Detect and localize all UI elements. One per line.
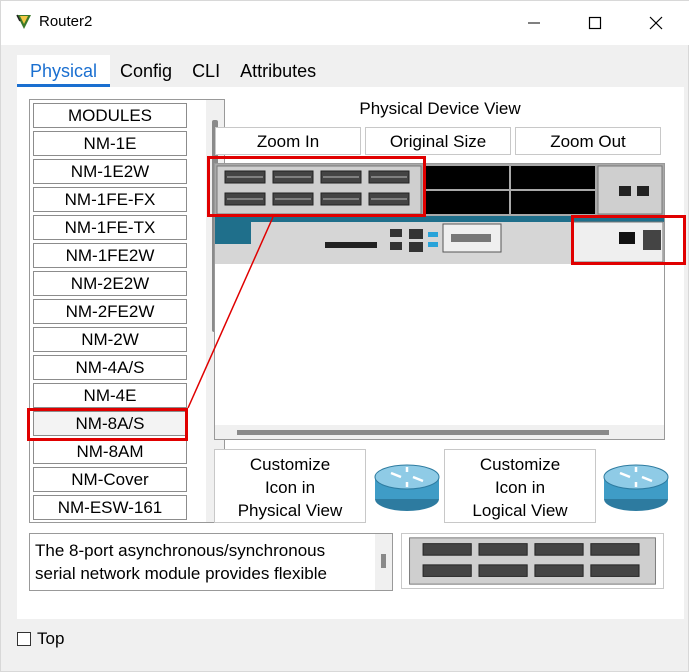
- top-checkbox-row[interactable]: Top: [17, 629, 64, 649]
- window-title: Router2: [39, 13, 93, 30]
- original-size-button[interactable]: Original Size: [365, 127, 511, 155]
- modules-header: MODULES: [33, 103, 187, 128]
- module-item-nm-4e[interactable]: NM-4E: [33, 383, 187, 408]
- description-scroll-thumb[interactable]: [381, 554, 386, 568]
- module-item-nm-1e[interactable]: NM-1E: [33, 131, 187, 156]
- power-switch-highlight: [571, 215, 686, 265]
- module-item-nm-4as[interactable]: NM-4A/S: [33, 355, 187, 380]
- customize-physical-line2: Icon in: [264, 478, 316, 497]
- tab-physical[interactable]: Physical: [17, 55, 111, 87]
- physical-device-view-label: Physical Device View: [359, 99, 521, 118]
- tab-bar: Physical Config CLI Attributes: [17, 55, 326, 87]
- customize-physical-icon-button[interactable]: Customize Icon in Physical View: [214, 449, 366, 523]
- module-item-nm-8am[interactable]: NM-8AM: [33, 439, 187, 464]
- close-icon: [649, 16, 663, 30]
- tab-cli[interactable]: CLI: [182, 55, 230, 87]
- router-icon: [603, 464, 669, 511]
- top-checkbox[interactable]: [17, 632, 31, 646]
- customize-logical-icon-button[interactable]: Customize Icon in Logical View: [444, 449, 596, 523]
- module-item-nm-2fe2w[interactable]: NM-2FE2W: [33, 299, 187, 324]
- customize-physical-line3: Physical View: [237, 501, 343, 520]
- description-scrollbar[interactable]: [375, 534, 392, 590]
- zoom-in-button[interactable]: Zoom In: [215, 127, 361, 155]
- top-checkbox-label: Top: [37, 629, 65, 648]
- module-item-nm-esw-161[interactable]: NM-ESW-161: [33, 495, 187, 520]
- tab-attributes[interactable]: Attributes: [230, 55, 326, 87]
- app-icon: [16, 14, 31, 29]
- module-item-nm-1e2w[interactable]: NM-1E2W: [33, 159, 187, 184]
- module-item-nm-cover[interactable]: NM-Cover: [33, 467, 187, 492]
- title-bar: Router2: [1, 1, 689, 45]
- viewport-scroll-thumb[interactable]: [237, 430, 609, 435]
- module-list: MODULES NM-1E NM-1E2W NM-1FE-FX NM-1FE-T…: [29, 99, 225, 523]
- router-icon: [374, 464, 440, 511]
- module-item-nm-2w[interactable]: NM-2W: [33, 327, 187, 352]
- customize-logical-line2: Icon in: [494, 478, 546, 497]
- customize-physical-line1: Customize: [249, 455, 331, 474]
- module-item-nm-1fe-fx[interactable]: NM-1FE-FX: [33, 187, 187, 212]
- selected-module-highlight: [27, 408, 188, 441]
- module-item-nm-1fe2w[interactable]: NM-1FE2W: [33, 243, 187, 268]
- maximize-button[interactable]: [575, 9, 615, 37]
- zoom-out-button[interactable]: Zoom Out: [515, 127, 661, 155]
- minimize-button[interactable]: [514, 9, 554, 37]
- close-button[interactable]: [636, 9, 676, 37]
- module-item-nm-2e2w[interactable]: NM-2E2W: [33, 271, 187, 296]
- maximize-icon: [588, 16, 602, 30]
- tab-config[interactable]: Config: [110, 55, 182, 87]
- module-item-nm-1fe-tx[interactable]: NM-1FE-TX: [33, 215, 187, 240]
- viewport-horizontal-scrollbar[interactable]: [215, 425, 664, 439]
- module-slot-highlight: [207, 156, 426, 217]
- module-preview-image: [401, 533, 664, 589]
- module-description-text: The 8-port asynchronous/synchronous seri…: [35, 541, 327, 583]
- physical-panel: MODULES NM-1E NM-1E2W NM-1FE-FX NM-1FE-T…: [17, 87, 686, 619]
- customize-logical-line1: Customize: [479, 455, 561, 474]
- module-description: The 8-port asynchronous/synchronous seri…: [29, 533, 393, 591]
- customize-logical-line3: Logical View: [472, 501, 568, 520]
- router-window: Router2 Physical Config CLI Attributes M…: [0, 0, 689, 672]
- minimize-icon: [528, 22, 540, 24]
